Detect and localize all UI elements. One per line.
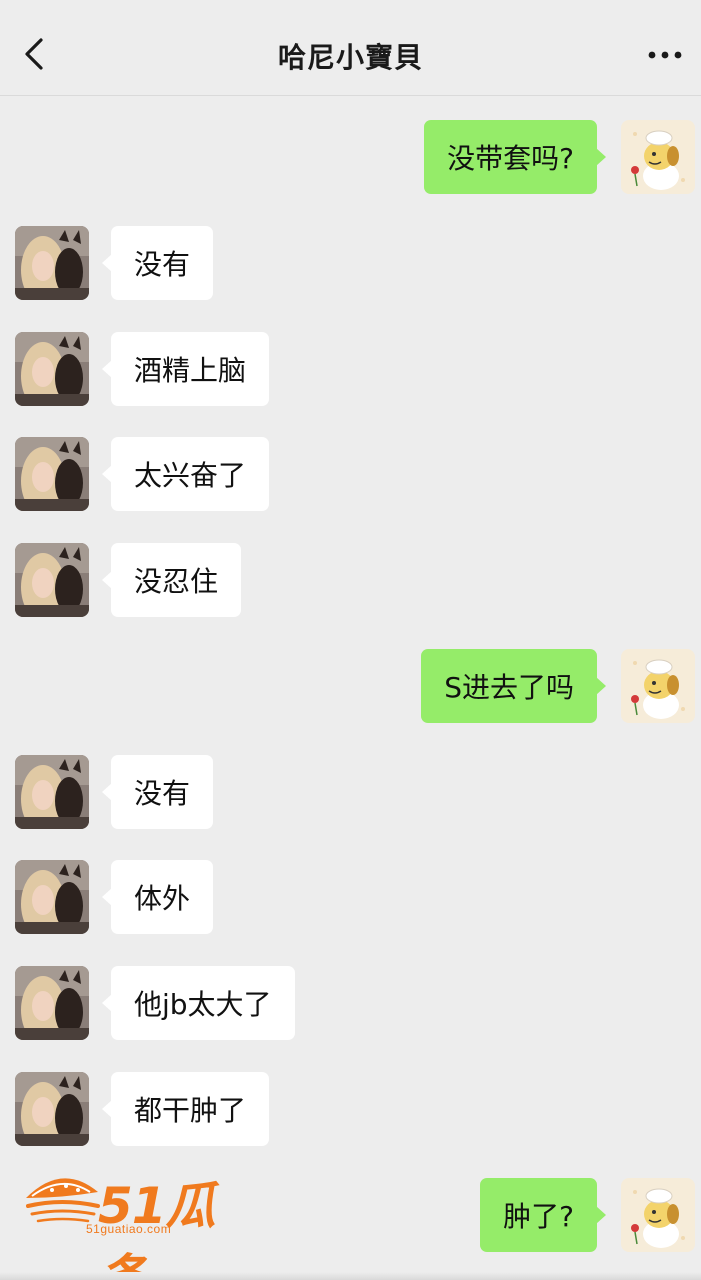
more-button[interactable] (643, 38, 687, 72)
message-row: 没带套吗? (0, 120, 701, 196)
melon-logo-icon (26, 1178, 100, 1223)
back-button[interactable] (14, 34, 54, 74)
chat-screen: 哈尼小寶貝 没带套吗? 没有 酒精上脑 太兴奋了 没忍住 S进去了吗 没有 体外… (0, 0, 701, 1280)
chat-header: 哈尼小寶貝 (0, 0, 701, 96)
message-bubble[interactable]: 都干肿了 (101, 1072, 270, 1146)
message-row: 太兴奋了 (0, 437, 701, 513)
photo-avatar-icon (15, 543, 89, 617)
contact-avatar[interactable] (15, 437, 89, 511)
message-row: 体外 (0, 860, 701, 936)
self-avatar[interactable] (621, 120, 695, 194)
message-bubble[interactable]: 肿了? (480, 1178, 606, 1252)
cartoon-avatar-icon (621, 1178, 695, 1252)
cartoon-avatar-icon (621, 120, 695, 194)
more-dots-icon (648, 51, 682, 59)
message-bubble[interactable]: 没有 (101, 755, 214, 829)
watermark-url: 51guatiao.com (86, 1222, 172, 1236)
photo-avatar-icon (15, 332, 89, 406)
contact-avatar[interactable] (15, 226, 89, 300)
message-bubble[interactable]: 太兴奋了 (101, 437, 270, 511)
photo-avatar-icon (15, 966, 89, 1040)
message-bubble[interactable]: 没忍住 (101, 543, 242, 617)
contact-avatar[interactable] (15, 755, 89, 829)
message-row: 酒精上脑 (0, 332, 701, 408)
message-bubble[interactable]: 酒精上脑 (101, 332, 270, 406)
message-row: 都干肿了 (0, 1072, 701, 1148)
cartoon-avatar-icon (621, 649, 695, 723)
message-row: 没有 (0, 755, 701, 831)
message-row: S进去了吗 (0, 649, 701, 725)
message-bubble[interactable]: 没带套吗? (424, 120, 606, 194)
message-row: 他jb太大了 (0, 966, 701, 1042)
self-avatar[interactable] (621, 1178, 695, 1252)
contact-avatar[interactable] (15, 543, 89, 617)
chat-title: 哈尼小寶貝 (277, 41, 423, 74)
message-bubble[interactable]: 他jb太大了 (102, 966, 295, 1040)
watermark-logo: 51瓜条 51guatiao.com (22, 1168, 252, 1280)
message-bubble[interactable]: S进去了吗 (421, 649, 606, 723)
message-row: 没忍住 (0, 543, 701, 619)
photo-avatar-icon (15, 860, 89, 934)
message-bubble[interactable]: 没有 (101, 226, 214, 300)
photo-avatar-icon (15, 437, 89, 511)
chevron-left-icon (25, 38, 43, 70)
photo-avatar-icon (15, 226, 89, 300)
self-avatar[interactable] (621, 649, 695, 723)
message-bubble[interactable]: 体外 (101, 860, 214, 934)
contact-avatar[interactable] (15, 860, 89, 934)
message-row: 没有 (0, 226, 701, 302)
contact-avatar[interactable] (15, 966, 89, 1040)
contact-avatar[interactable] (15, 1072, 89, 1146)
photo-avatar-icon (15, 755, 89, 829)
photo-avatar-icon (15, 1072, 89, 1146)
bottom-edge (0, 1272, 701, 1280)
contact-avatar[interactable] (15, 332, 89, 406)
